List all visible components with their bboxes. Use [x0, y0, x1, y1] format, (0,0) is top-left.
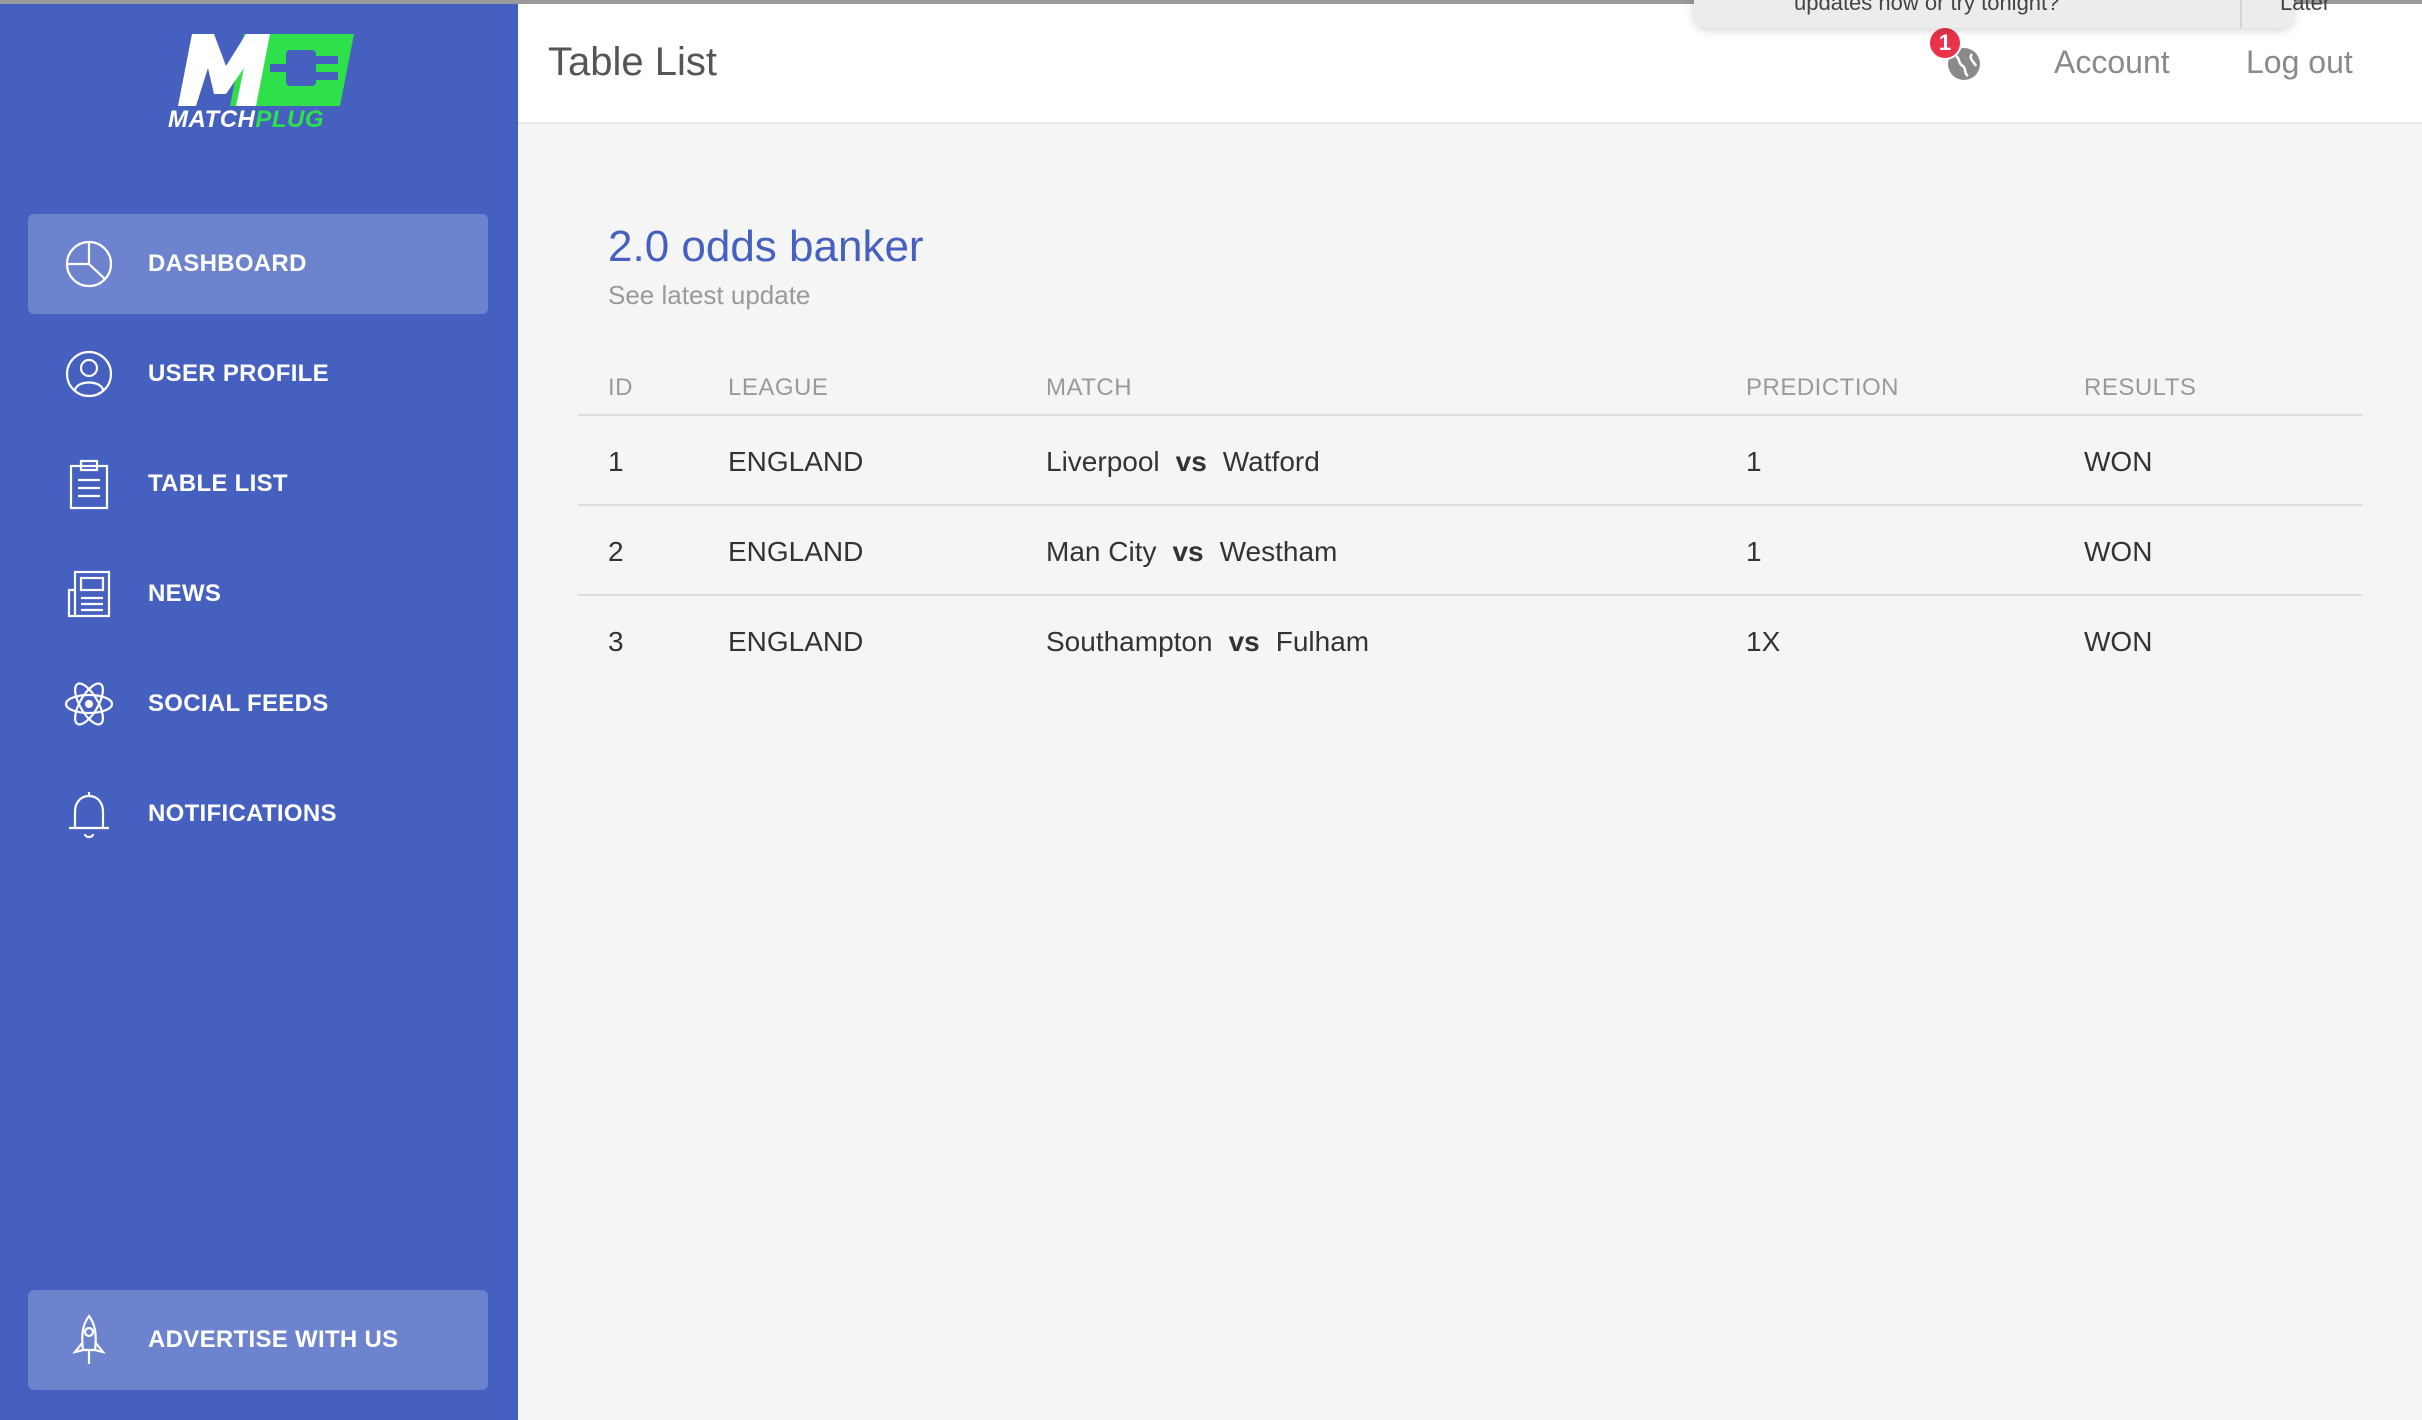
- away-team: Fulham: [1275, 626, 1370, 657]
- wordmark-part1: MATCH: [168, 106, 256, 133]
- column-header-prediction: PREDICTION: [1746, 374, 1900, 401]
- card-subtitle: See latest update: [608, 280, 811, 310]
- page-title: Table List: [548, 40, 717, 84]
- sidebar: MATCHPLUG DASHBOARD USER PROFILE TABLE L…: [0, 0, 518, 1420]
- column-header-match: MATCH: [1046, 374, 1133, 401]
- matchplug-wordmark: MATCHPLUG: [168, 106, 324, 134]
- account-link[interactable]: Account: [2054, 44, 2170, 81]
- notification-count-badge: 1: [1928, 26, 1962, 60]
- home-team: Southampton: [1046, 626, 1213, 657]
- cell-prediction: 1: [1746, 536, 1762, 567]
- sidebar-item-label: ADVERTISE WITH US: [148, 1326, 399, 1353]
- cell-prediction: 1: [1746, 446, 1762, 477]
- newspaper-icon: [60, 565, 118, 623]
- cell-league: ENGLAND: [728, 446, 864, 477]
- sidebar-item-notifications[interactable]: NOTIFICATIONS: [28, 764, 488, 864]
- cell-league: ENGLAND: [728, 626, 864, 657]
- sidebar-item-social-feeds[interactable]: SOCIAL FEEDS: [28, 654, 488, 754]
- sidebar-item-table-list[interactable]: TABLE LIST: [28, 434, 488, 534]
- home-team: Man City: [1046, 536, 1157, 567]
- sidebar-item-advertise[interactable]: ADVERTISE WITH US: [28, 1290, 488, 1390]
- later-button[interactable]: Later: [2280, 0, 2330, 16]
- column-header-results: RESULTS: [2084, 374, 2197, 401]
- cell-match: Liverpool vs Watford: [1046, 446, 1320, 478]
- cell-id: 3: [608, 626, 624, 657]
- sidebar-item-label: USER PROFILE: [148, 360, 329, 387]
- matchplug-logo[interactable]: MATCHPLUG: [160, 30, 360, 140]
- update-prompt-message: updates now or try tonight?: [1794, 0, 2060, 15]
- vs-label: vs: [1228, 626, 1260, 657]
- cell-prediction: 1X: [1746, 626, 1781, 657]
- table-header: ID LEAGUE MATCH PREDICTION RESULTS: [578, 354, 2362, 416]
- main-content: 2.0 odds banker See latest update ID LEA…: [518, 126, 2422, 1420]
- sidebar-item-user-profile[interactable]: USER PROFILE: [28, 324, 488, 424]
- wordmark-part2: PLUG: [255, 106, 325, 133]
- sidebar-item-label: SOCIAL FEEDS: [148, 690, 329, 717]
- pie-chart-icon: [60, 235, 118, 293]
- matchplug-logo-mark: [178, 34, 354, 106]
- cell-result: WON: [2084, 536, 2153, 567]
- sidebar-nav: DASHBOARD USER PROFILE TABLE LIST NEWS S…: [28, 214, 488, 874]
- vs-label: vs: [1175, 446, 1207, 477]
- cell-result: WON: [2084, 626, 2153, 657]
- user-icon: [60, 345, 118, 403]
- predictions-table: ID LEAGUE MATCH PREDICTION RESULTS 1 ENG…: [578, 354, 2362, 686]
- sidebar-item-label: NEWS: [148, 580, 222, 607]
- vs-label: vs: [1172, 536, 1204, 567]
- table-row: 3 ENGLAND Southampton vs Fulham 1X WON: [578, 596, 2362, 686]
- cell-league: ENGLAND: [728, 536, 864, 567]
- card-title: 2.0 odds banker: [608, 222, 924, 271]
- sidebar-item-label: NOTIFICATIONS: [148, 800, 337, 827]
- bell-icon: [60, 785, 118, 843]
- table-row: 1 ENGLAND Liverpool vs Watford 1 WON: [578, 416, 2362, 506]
- column-header-id: ID: [608, 374, 633, 401]
- cell-result: WON: [2084, 446, 2153, 477]
- column-header-league: LEAGUE: [728, 374, 829, 401]
- sidebar-item-dashboard[interactable]: DASHBOARD: [28, 214, 488, 314]
- clipboard-icon: [60, 455, 118, 513]
- sidebar-item-label: DASHBOARD: [148, 250, 307, 277]
- home-team: Liverpool: [1046, 446, 1160, 477]
- popup-divider: [2240, 0, 2242, 28]
- sidebar-item-news[interactable]: NEWS: [28, 544, 488, 644]
- cell-match: Man City vs Westham: [1046, 536, 1337, 568]
- away-team: Westham: [1219, 536, 1338, 567]
- sidebar-item-label: TABLE LIST: [148, 470, 288, 497]
- update-prompt-popup: updates now or try tonight? Later: [1694, 0, 2330, 28]
- logout-link[interactable]: Log out: [2246, 44, 2353, 81]
- rocket-icon: [60, 1311, 118, 1369]
- cell-id: 1: [608, 446, 624, 477]
- atom-icon: [60, 675, 118, 733]
- table-row: 2 ENGLAND Man City vs Westham 1 WON: [578, 506, 2362, 596]
- away-team: Watford: [1222, 446, 1320, 477]
- cell-id: 2: [608, 536, 624, 567]
- cell-match: Southampton vs Fulham: [1046, 626, 1369, 658]
